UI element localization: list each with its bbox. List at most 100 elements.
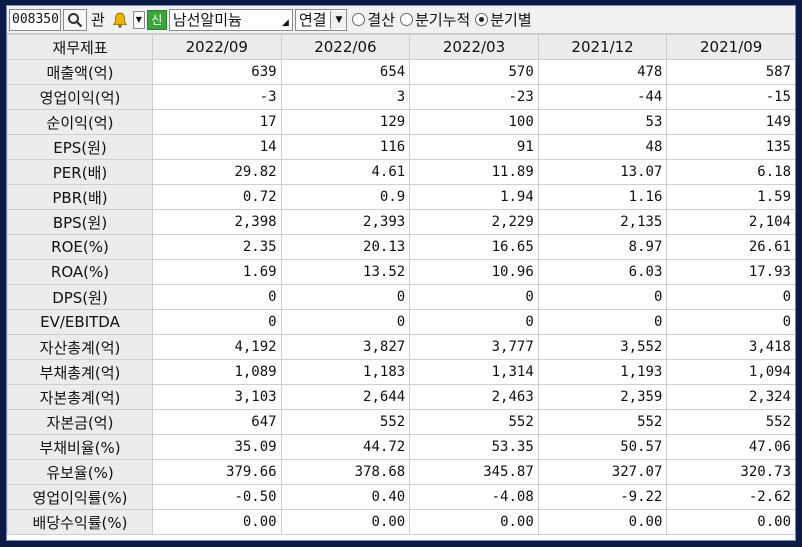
table-row[interactable]: ROA(%) 1.69 13.52 10.96 6.03 17.93	[7, 259, 795, 285]
company-name-field[interactable]: 남선알미늄 ◢	[168, 8, 293, 31]
table-cell: 3,103	[152, 384, 282, 410]
table-cell: 3,827	[280, 334, 411, 360]
table-row[interactable]: PBR(배) 0.72 0.9 1.94 1.16 1.59	[7, 184, 795, 210]
table-cell: -0.50	[152, 484, 282, 510]
table-cell: 1.59	[666, 184, 795, 210]
table-cell: 1,314	[409, 359, 539, 385]
alert-button[interactable]	[109, 9, 131, 31]
table-cell: 3,777	[409, 334, 539, 360]
row-label: 배당수익률(%)	[7, 509, 153, 535]
table-cell: 0	[280, 309, 411, 335]
table-cell: 552	[537, 409, 668, 435]
table-row[interactable]: BPS(원) 2,398 2,393 2,229 2,135 2,104	[7, 209, 795, 235]
table-cell: 53.35	[409, 434, 539, 460]
table-cell: 378.68	[280, 459, 411, 485]
column-header: 2022/09	[152, 34, 282, 60]
table-cell: 91	[409, 134, 539, 160]
table-cell: 10.96	[409, 259, 539, 285]
table-row[interactable]: 순이익(억) 17 129 100 53 149	[7, 109, 795, 135]
table-cell: -15	[666, 84, 795, 110]
table-cell: 20.13	[280, 234, 411, 260]
radio-label: 분기별	[490, 11, 532, 29]
table-row[interactable]: 자본금(억) 647 552 552 552 552	[7, 409, 795, 435]
table-body: 매출액(억) 639 654 570 478 587 영업이익(억) -3 3 -23 -44 -15…	[7, 59, 795, 535]
table-row[interactable]: DPS(원) 0 0 0 0 0	[7, 284, 795, 310]
row-label: ROE(%)	[7, 234, 153, 260]
table-row[interactable]: EV/EBITDA 0 0 0 0 0	[7, 309, 795, 335]
table-cell: 2,644	[280, 384, 411, 410]
table-row[interactable]: 부채총계(억) 1,089 1,183 1,314 1,193 1,094	[7, 359, 795, 385]
table-cell: 0	[666, 309, 795, 335]
table-cell: 1,094	[666, 359, 795, 385]
row-label: DPS(원)	[7, 284, 153, 310]
row-label: BPS(원)	[7, 209, 153, 235]
table-cell: 379.66	[152, 459, 282, 485]
table-header-row: 재무제표 2022/09 2022/06 2022/03 2021/12 202…	[7, 34, 795, 60]
radio-quarterly[interactable]: 분기별	[475, 9, 532, 30]
consolidation-select[interactable]: 연결 ▼	[294, 8, 348, 31]
table-row[interactable]: 부채비율(%) 35.09 44.72 53.35 50.57 47.06	[7, 434, 795, 460]
row-label: 매출액(억)	[7, 59, 153, 85]
table-cell: 3	[280, 84, 411, 110]
table-cell: 552	[409, 409, 539, 435]
table-cell: 2,135	[537, 209, 668, 235]
row-label: 자본금(억)	[7, 409, 153, 435]
radio-quarter-cumulative[interactable]: 분기누적	[400, 9, 470, 30]
row-label: 유보율(%)	[7, 459, 153, 485]
row-label: PER(배)	[7, 159, 153, 185]
table-cell: -23	[409, 84, 539, 110]
row-label: 부채비율(%)	[7, 434, 153, 460]
table-cell: 4.61	[280, 159, 411, 185]
table-cell: 1,183	[280, 359, 411, 385]
consolidation-value: 연결	[298, 11, 327, 29]
radio-label: 분기누적	[415, 11, 471, 29]
radio-annual[interactable]: 결산	[352, 9, 395, 30]
table-cell: 570	[409, 59, 539, 85]
table-cell: 2,359	[537, 384, 668, 410]
table-row[interactable]: PER(배) 29.82 4.61 11.89 13.07 6.18	[7, 159, 795, 185]
table-row[interactable]: 자산총계(억) 4,192 3,827 3,777 3,552 3,418	[7, 334, 795, 360]
table-cell: 53	[537, 109, 668, 135]
search-button[interactable]	[63, 8, 87, 31]
table-cell: 2,398	[152, 209, 282, 235]
row-label: PBR(배)	[7, 184, 153, 210]
table-row[interactable]: 자본총계(억) 3,103 2,644 2,463 2,359 2,324	[7, 384, 795, 410]
financial-panel: 008350 관 ▼ 신 남선알미늄 ◢ 연결 ▼ 결산 분기누적 분기별 재무…	[6, 5, 796, 541]
row-label: 부채총계(억)	[7, 359, 153, 385]
table-cell: 50.57	[537, 434, 668, 460]
table-cell: 6.18	[666, 159, 795, 185]
row-label: 자산총계(억)	[7, 334, 153, 360]
column-header: 2022/06	[280, 34, 411, 60]
new-badge[interactable]: 신	[146, 9, 167, 30]
table-row[interactable]: EPS(원) 14 116 91 48 135	[7, 134, 795, 160]
table-cell: 0.9	[280, 184, 411, 210]
table-cell: 129	[280, 109, 411, 135]
table-cell: 29.82	[152, 159, 282, 185]
table-row[interactable]: 매출액(억) 639 654 570 478 587	[7, 59, 795, 85]
company-name: 남선알미늄	[172, 11, 242, 29]
alert-dropdown[interactable]: ▼	[132, 10, 145, 29]
table-cell: 0.00	[280, 509, 411, 535]
table-cell: 2,393	[280, 209, 411, 235]
table-cell: 2,229	[409, 209, 539, 235]
table-row[interactable]: 영업이익률(%) -0.50 0.40 -4.08 -9.22 -2.62	[7, 484, 795, 510]
row-label: ROA(%)	[7, 259, 153, 285]
table-cell: 4,192	[152, 334, 282, 360]
gwan-label[interactable]: 관	[89, 9, 107, 30]
table-cell: 0	[537, 309, 668, 335]
radio-label: 결산	[367, 11, 396, 29]
table-row[interactable]: 유보율(%) 379.66 378.68 345.87 327.07 320.73	[7, 459, 795, 485]
table-cell: 1.94	[409, 184, 539, 210]
table-cell: 0.40	[280, 484, 411, 510]
table-cell: -9.22	[537, 484, 668, 510]
table-cell: 149	[666, 109, 795, 135]
row-label: 영업이익(억)	[7, 84, 153, 110]
stock-code-input[interactable]: 008350	[9, 8, 61, 31]
table-cell: 0	[666, 284, 795, 310]
table-row[interactable]: 배당수익률(%) 0.00 0.00 0.00 0.00 0.00	[7, 509, 795, 535]
table-row[interactable]: 영업이익(억) -3 3 -23 -44 -15	[7, 84, 795, 110]
table-row[interactable]: ROE(%) 2.35 20.13 16.65 8.97 26.61	[7, 234, 795, 260]
table-cell: 13.52	[280, 259, 411, 285]
table-cell: 552	[666, 409, 795, 435]
financial-table: 재무제표 2022/09 2022/06 2022/03 2021/12 202…	[7, 34, 795, 535]
